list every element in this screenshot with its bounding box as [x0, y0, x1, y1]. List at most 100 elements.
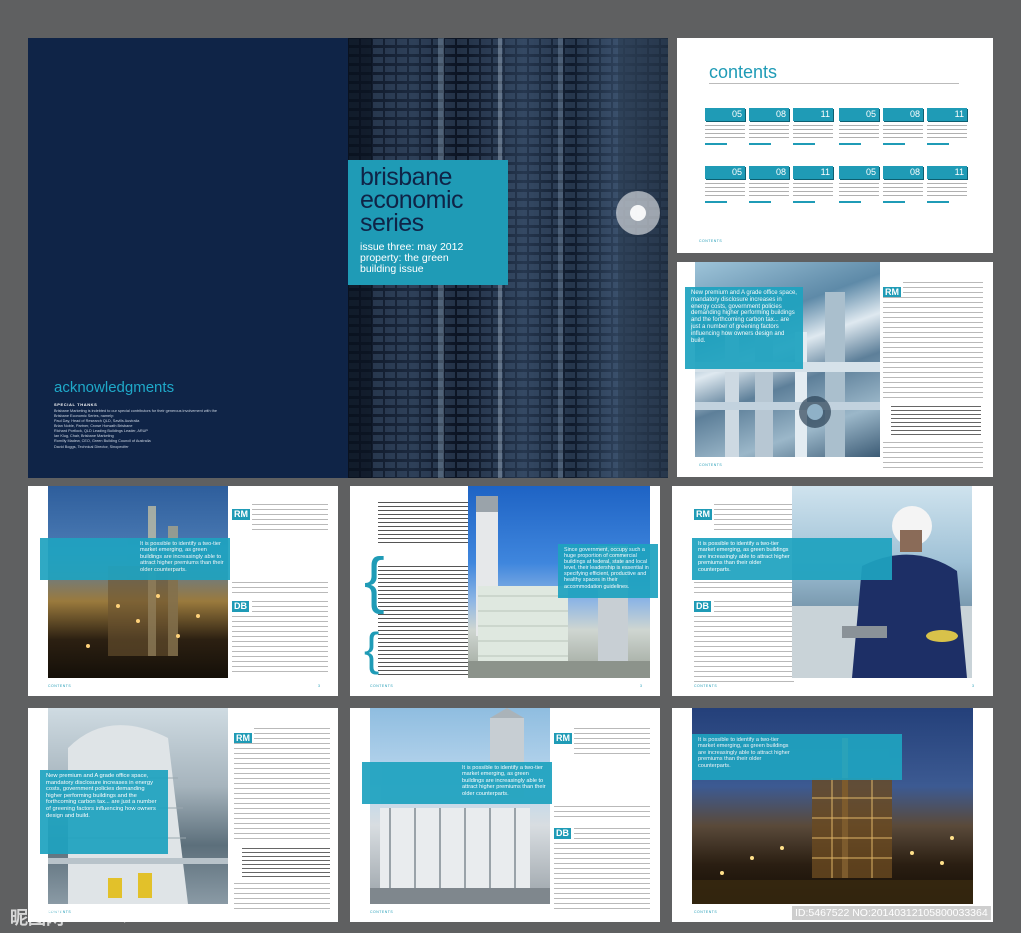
text-block — [234, 883, 330, 911]
cover-spread: brisbane economic series issue three: ma… — [28, 38, 668, 478]
pull-quote-band: Since government, occupy such a huge pro… — [558, 544, 658, 598]
text-block — [714, 601, 794, 613]
contents-tile-text — [749, 183, 789, 197]
pull-quote-band: It is possible to identify a two-tier ma… — [362, 762, 552, 804]
contents-tile-number: 05 — [705, 108, 745, 121]
page-number: 3 — [972, 684, 975, 688]
contents-tile[interactable]: 11 — [793, 166, 833, 208]
pull-quote-band: It is possible to identify a two-tier ma… — [40, 538, 230, 580]
cover-title: brisbane economic series — [360, 165, 496, 236]
text-block — [574, 728, 650, 758]
page-number: 3 — [640, 684, 643, 688]
contents-tile[interactable]: 08 — [883, 108, 923, 150]
contents-tile[interactable]: 11 — [927, 108, 967, 150]
contents-tile-text — [927, 125, 967, 139]
contents-tile-number: 05 — [839, 166, 879, 179]
special-thanks-heading: SPECIAL THANKS — [54, 402, 98, 407]
pull-quote-band: It is possible to identify a two-tier ma… — [692, 538, 892, 580]
contents-tile-link — [793, 143, 815, 145]
spread-refinery-night: It is possible to identify a two-tier ma… — [28, 486, 338, 696]
contents-tile-number: 11 — [927, 166, 967, 179]
contents-tile-text — [927, 183, 967, 197]
ack-list: Paul Day, Head of Research QLD, Savills … — [54, 419, 294, 450]
contents-tile-link — [839, 143, 861, 145]
contents-tile-number: 11 — [793, 108, 833, 121]
text-block — [891, 406, 981, 436]
contents-tile-text — [883, 183, 923, 197]
text-block — [242, 848, 330, 878]
watermark-url: www.nipic.com — [82, 908, 168, 923]
spread-worker: RM DB It is possible to identify a two-t… — [672, 486, 993, 696]
brace-icon: { — [364, 546, 385, 615]
contents-tile-number: 05 — [705, 166, 745, 179]
contents-tile-text — [705, 125, 745, 139]
contents-tile-number: 11 — [927, 108, 967, 121]
page-footer: CONTENTS — [699, 239, 723, 243]
spread-industrial-pipes: New premium and A grade office space, ma… — [677, 262, 993, 477]
watermark-id: ID:5467522 NO:20140312105800033364 — [792, 906, 991, 920]
spread-industrial-unit: It is possible to identify a two-tier ma… — [350, 708, 660, 922]
contents-tile[interactable]: 11 — [793, 108, 833, 150]
text-block — [883, 442, 983, 470]
contents-tile-link — [705, 143, 727, 145]
cover-subtitle: issue three: may 2012 property: the gree… — [360, 242, 496, 275]
text-block — [252, 504, 328, 534]
ack-title: acknowledgments — [54, 379, 175, 396]
dropcap: RM — [554, 733, 572, 744]
dropcap: RM — [694, 509, 712, 520]
pull-quote-band: It is possible to identify a two-tier ma… — [692, 734, 902, 780]
contents-tile-text — [705, 183, 745, 197]
pull-quote-band: New premium and A grade office space, ma… — [40, 770, 168, 854]
contents-tile-link — [839, 201, 861, 203]
text-block — [694, 582, 794, 596]
page-footer: CONTENTS — [694, 910, 718, 914]
spread-plant-tank: { { Since government, occupy such a huge… — [350, 486, 660, 696]
contents-tile-link — [927, 143, 949, 145]
contents-tile-link — [749, 201, 771, 203]
spread-silos: New premium and A grade office space, ma… — [28, 708, 338, 922]
contents-tile-text — [793, 183, 833, 197]
contents-tile[interactable]: 08 — [749, 166, 789, 208]
text-block — [232, 616, 328, 676]
contents-tile[interactable]: 08 — [749, 108, 789, 150]
contents-tile[interactable]: 08 — [883, 166, 923, 208]
text-block — [378, 566, 468, 676]
contents-tile-link — [793, 201, 815, 203]
contents-tile-link — [749, 143, 771, 145]
contents-rule — [709, 83, 959, 84]
dropcap: DB — [554, 828, 571, 839]
body-text: RM — [883, 282, 983, 470]
brace-icon: { — [364, 623, 380, 675]
contents-tile[interactable]: 05 — [705, 166, 745, 208]
contents-tile-text — [839, 125, 879, 139]
contents-tile-number: 08 — [749, 166, 789, 179]
page-footer: CONTENTS — [370, 910, 394, 914]
ack-item: David Boggs, Technical Director, Sinopec… — [54, 444, 129, 449]
spread-refinery-lights: It is possible to identify a two-tier ma… — [672, 708, 993, 922]
contents-tile-link — [705, 201, 727, 203]
contents-page: contents 05 08 11 05 08 11 05 08 11 05 08 11 CONTEN… — [677, 38, 993, 253]
contents-tile-link — [927, 201, 949, 203]
text-block — [694, 616, 794, 686]
text-block — [232, 582, 328, 596]
contents-tile[interactable]: 05 — [839, 108, 879, 150]
contents-tile-number: 05 — [839, 108, 879, 121]
contents-title: contents — [709, 62, 778, 82]
contents-tile-number: 11 — [793, 166, 833, 179]
contents-tile-text — [883, 125, 923, 139]
contents-tile-number: 08 — [749, 108, 789, 121]
contents-tile[interactable]: 05 — [839, 166, 879, 208]
page-footer: CONTENTS — [370, 684, 394, 688]
text-block — [554, 843, 650, 913]
text-block — [714, 504, 794, 534]
text-block — [378, 502, 468, 546]
contents-tile-number: 08 — [883, 166, 923, 179]
contents-tile-text — [793, 125, 833, 139]
page-footer: CONTENTS — [694, 684, 718, 688]
contents-tile[interactable]: 05 — [705, 108, 745, 150]
text-block — [254, 728, 330, 741]
contents-tile[interactable]: 11 — [927, 166, 967, 208]
contents-tile-text — [839, 183, 879, 197]
dropcap: DB — [232, 601, 249, 612]
industrial-unit-photo — [370, 708, 550, 904]
